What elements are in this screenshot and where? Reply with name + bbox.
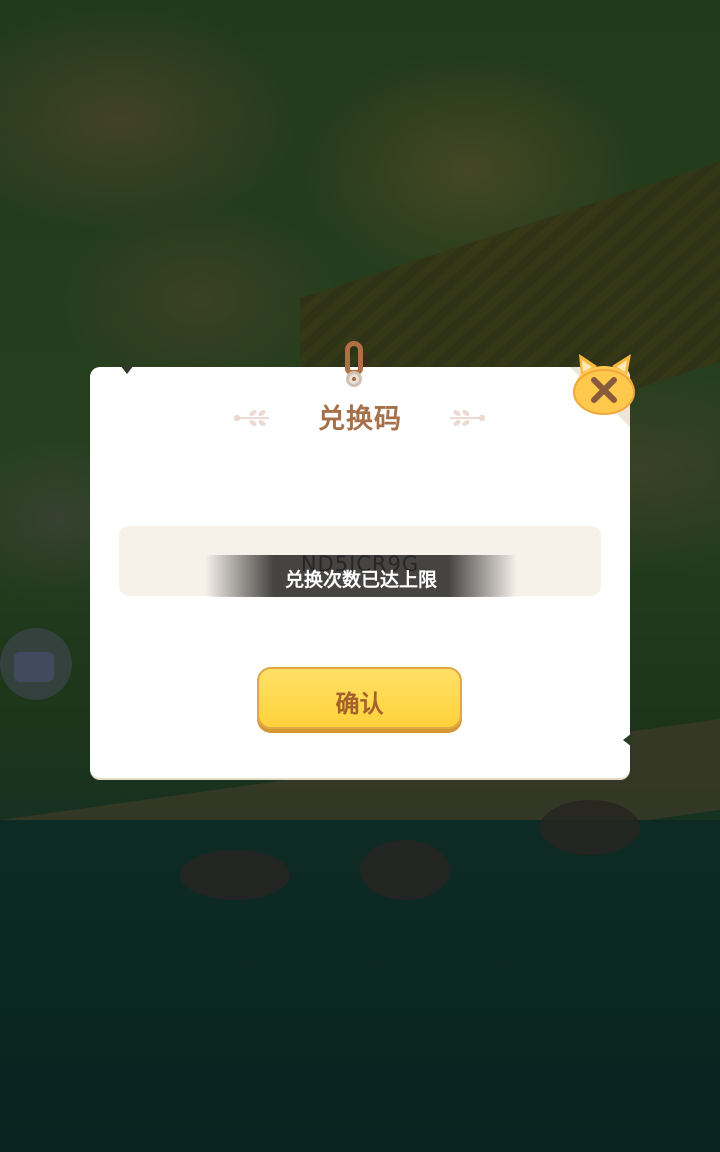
confirm-button-label: 确认: [335, 690, 384, 718]
sprig-ornament-icon: [450, 410, 486, 426]
paper-notch: [623, 733, 632, 747]
pin-icon: [346, 371, 362, 387]
paper-notch: [120, 365, 134, 374]
confirm-button[interactable]: 确认: [257, 667, 462, 729]
dialog-title: 兑换码: [318, 404, 402, 435]
rope-loop-icon: [345, 341, 363, 375]
game-screen: 兑换码 ND5ICR9G 确认 兑换次数已达上限: [0, 0, 720, 1152]
close-button[interactable]: [571, 352, 637, 416]
close-icon: [573, 354, 635, 415]
toast-message: 兑换次数已达上限: [205, 555, 517, 597]
toast-text: 兑换次数已达上限: [284, 569, 437, 591]
